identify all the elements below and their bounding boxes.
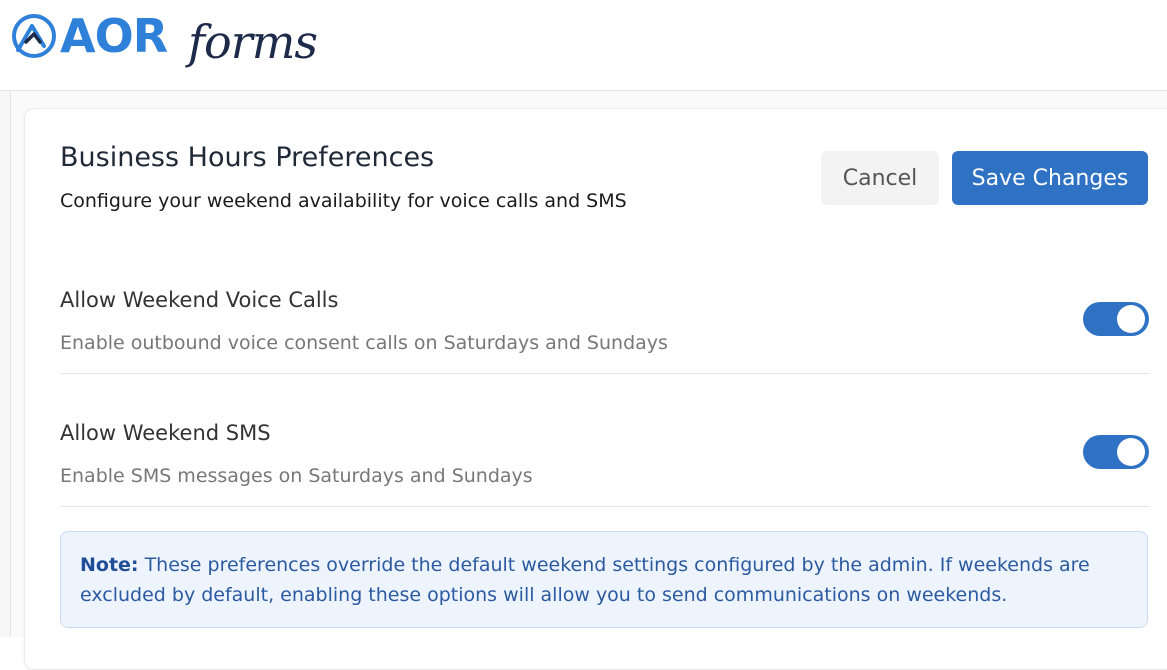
page-subtitle: Configure your weekend availability for … — [60, 190, 627, 212]
top-bar: AOR forms — [0, 0, 1167, 91]
pref-label: Allow Weekend Voice Calls — [60, 288, 339, 312]
note-text: These preferences override the default w… — [80, 554, 1090, 606]
note-prefix: Note: — [80, 554, 139, 576]
weekend-sms-toggle[interactable] — [1083, 435, 1149, 469]
admin-override-note: Note: These preferences override the def… — [60, 531, 1148, 628]
pref-row-weekend-sms: Allow Weekend SMS Enable SMS messages on… — [60, 421, 1150, 507]
logo-aor-text: AOR — [60, 9, 168, 63]
toggle-knob — [1117, 305, 1145, 333]
logo-forms-text: forms — [188, 15, 318, 69]
pref-description: Enable SMS messages on Saturdays and Sun… — [60, 465, 533, 487]
save-changes-button[interactable]: Save Changes — [952, 151, 1148, 205]
cancel-button[interactable]: Cancel — [821, 151, 939, 205]
weekend-voice-calls-toggle[interactable] — [1083, 302, 1149, 336]
pref-label: Allow Weekend SMS — [60, 421, 271, 445]
pref-description: Enable outbound voice consent calls on S… — [60, 332, 668, 354]
left-rail — [0, 91, 11, 637]
pref-row-weekend-voice-calls: Allow Weekend Voice Calls Enable outboun… — [60, 288, 1150, 374]
toggle-knob — [1117, 438, 1145, 466]
page-title: Business Hours Preferences — [60, 142, 435, 173]
logo-mark-icon — [12, 14, 56, 58]
